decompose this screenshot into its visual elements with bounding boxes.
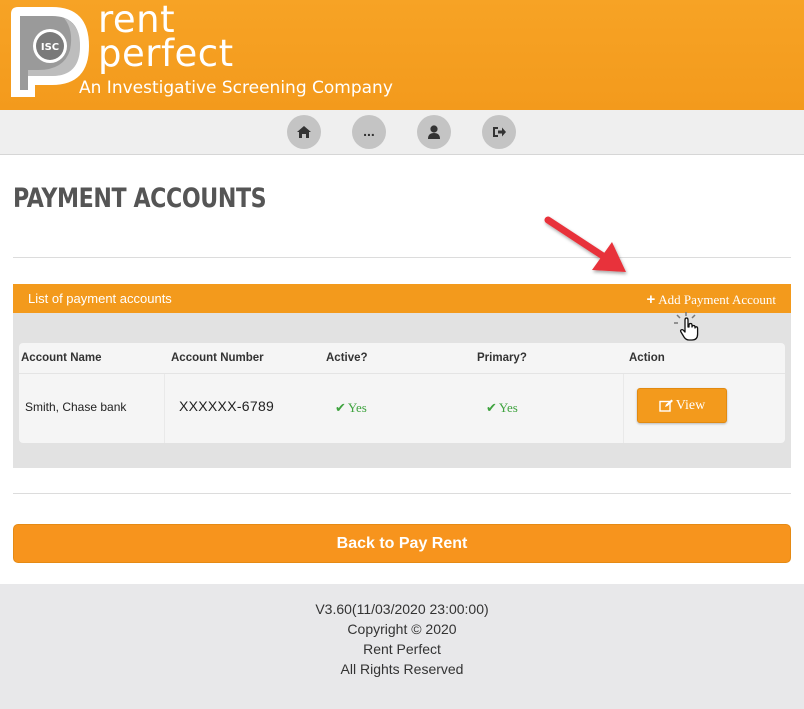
profile-button[interactable] xyxy=(417,115,451,149)
company-text: Rent Perfect xyxy=(363,641,441,657)
add-payment-account-label: Add Payment Account xyxy=(658,292,776,307)
divider xyxy=(13,257,791,258)
column-header-action: Action xyxy=(629,352,665,364)
column-divider xyxy=(164,374,165,443)
payment-accounts-panel: List of payment accounts + Add Payment A… xyxy=(13,284,791,468)
check-icon: ✔ xyxy=(486,400,497,416)
version-text: V3.60(11/03/2020 23:00:00) xyxy=(315,601,489,617)
hand-pointer-icon xyxy=(674,312,699,341)
logo-badge-text: ISC xyxy=(41,42,59,53)
account-number-cell: XXXXXX-6789 xyxy=(179,398,275,414)
header-separator xyxy=(19,373,785,374)
home-button[interactable] xyxy=(287,115,321,149)
panel-header: List of payment accounts + Add Payment A… xyxy=(13,284,791,313)
divider xyxy=(13,493,791,494)
primary-cell: ✔ Yes xyxy=(486,400,518,416)
account-name-cell: Smith, Chase bank xyxy=(25,400,127,414)
copyright-text: Copyright © 2020 xyxy=(347,621,457,637)
column-header-primary: Primary? xyxy=(477,352,527,364)
primary-value: Yes xyxy=(498,400,518,415)
add-payment-account-button[interactable]: + Add Payment Account xyxy=(647,292,776,308)
user-icon xyxy=(428,124,440,139)
rights-text: All Rights Reserved xyxy=(340,661,464,677)
ellipsis-icon: ... xyxy=(363,123,375,139)
active-cell: ✔ Yes xyxy=(335,400,367,416)
column-header-account-name: Account Name xyxy=(21,352,102,364)
brand-name-line2: perfect xyxy=(98,32,234,75)
view-account-button[interactable]: View xyxy=(637,388,727,423)
home-icon xyxy=(297,126,311,138)
site-header: ISC rent perfect An Investigative Screen… xyxy=(0,0,804,110)
brand-tagline: An Investigative Screening Company xyxy=(79,78,393,98)
check-icon: ✔ xyxy=(335,400,346,416)
logout-button[interactable] xyxy=(482,115,516,149)
column-header-account-number: Account Number xyxy=(171,352,264,364)
page-title: PAYMENT ACCOUNTS xyxy=(13,183,267,214)
accounts-table: Account Name Account Number Active? Prim… xyxy=(19,343,785,443)
top-nav: ... xyxy=(0,110,804,155)
column-divider xyxy=(623,374,624,443)
more-button[interactable]: ... xyxy=(352,115,386,149)
active-value: Yes xyxy=(347,400,367,415)
back-to-pay-rent-button[interactable]: Back to Pay Rent xyxy=(13,524,791,563)
column-header-active: Active? xyxy=(326,352,368,364)
panel-title: List of payment accounts xyxy=(28,291,172,306)
site-footer: V3.60(11/03/2020 23:00:00) Copyright © 2… xyxy=(0,584,804,709)
sign-out-icon xyxy=(492,127,506,137)
plus-icon: + xyxy=(646,291,656,308)
view-button-label: View xyxy=(675,397,706,413)
annotation-arrow-icon xyxy=(544,216,626,272)
edit-icon xyxy=(659,399,673,412)
